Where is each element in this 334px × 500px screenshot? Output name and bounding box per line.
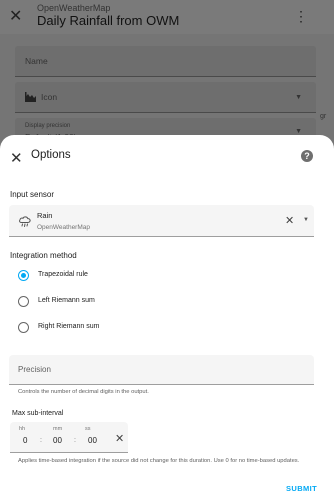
chevron-down-icon[interactable]: ▼ bbox=[303, 217, 309, 223]
background-chevron-down-icon-2: ▼ bbox=[295, 128, 302, 135]
separator-1: : bbox=[40, 437, 42, 444]
integration-method-label: Integration method bbox=[10, 251, 77, 260]
radio-label-trapezoidal: Trapezoidal rule bbox=[38, 271, 88, 278]
radio-right-riemann[interactable] bbox=[18, 322, 29, 333]
radio-label-left-riemann: Left Riemann sum bbox=[38, 297, 95, 304]
precision-input[interactable]: Precision bbox=[9, 355, 314, 385]
sensor-name: Rain bbox=[37, 211, 53, 220]
close-icon[interactable]: ✕ bbox=[10, 149, 23, 167]
background-more-icon: ⋮ bbox=[294, 8, 308, 24]
background-icon-label: Icon bbox=[41, 92, 58, 102]
precision-label: Precision bbox=[18, 365, 51, 374]
background-title: Daily Rainfall from OWM bbox=[37, 13, 180, 28]
chart-icon bbox=[25, 92, 36, 102]
duration-input[interactable]: hh 0 : mm 00 : ss 00 ✕ bbox=[10, 422, 128, 453]
background-name-label: Name bbox=[25, 56, 48, 66]
submit-button[interactable]: SUBMIT bbox=[286, 484, 317, 493]
background-precision-label: Display precision bbox=[25, 123, 71, 129]
radio-left-riemann[interactable] bbox=[18, 296, 29, 307]
hh-label: hh bbox=[19, 426, 26, 432]
background-name-field: Name bbox=[15, 46, 316, 77]
background-app-name: OpenWeatherMap bbox=[37, 3, 111, 13]
sub-interval-helper: Applies time-based integration if the so… bbox=[18, 458, 300, 464]
background-chevron-down-icon: ▼ bbox=[295, 94, 302, 101]
mm-value[interactable]: 00 bbox=[53, 436, 62, 445]
radio-label-right-riemann: Right Riemann sum bbox=[38, 323, 100, 330]
mm-label: mm bbox=[53, 426, 63, 432]
clear-sensor-icon[interactable]: ✕ bbox=[285, 214, 294, 227]
hh-value[interactable]: 0 bbox=[23, 436, 27, 445]
separator-2: : bbox=[74, 437, 76, 444]
background-header: ✕ OpenWeatherMap Daily Rainfall from OWM… bbox=[0, 0, 334, 34]
rain-icon bbox=[19, 216, 31, 227]
input-sensor-picker[interactable]: Rain OpenWeatherMap ✕ ▼ bbox=[9, 205, 314, 237]
precision-helper: Controls the number of decimal digits in… bbox=[18, 389, 149, 395]
dialog-title: Options bbox=[31, 149, 71, 161]
options-sheet: ✕ Options ? Input sensor Rain OpenWeathe… bbox=[0, 135, 334, 500]
background-partial-text-1: gr bbox=[320, 113, 327, 120]
clear-duration-icon[interactable]: ✕ bbox=[115, 432, 124, 445]
max-sub-interval-label: Max sub-interval bbox=[12, 410, 64, 417]
background-icon-field: Icon ▼ bbox=[15, 82, 316, 113]
help-icon[interactable]: ? bbox=[301, 150, 313, 162]
input-sensor-label: Input sensor bbox=[10, 190, 55, 199]
radio-trapezoidal[interactable] bbox=[18, 270, 29, 281]
sensor-source: OpenWeatherMap bbox=[37, 224, 90, 231]
background-close-icon: ✕ bbox=[9, 8, 23, 25]
ss-label: ss bbox=[85, 426, 91, 432]
ss-value[interactable]: 00 bbox=[88, 436, 97, 445]
